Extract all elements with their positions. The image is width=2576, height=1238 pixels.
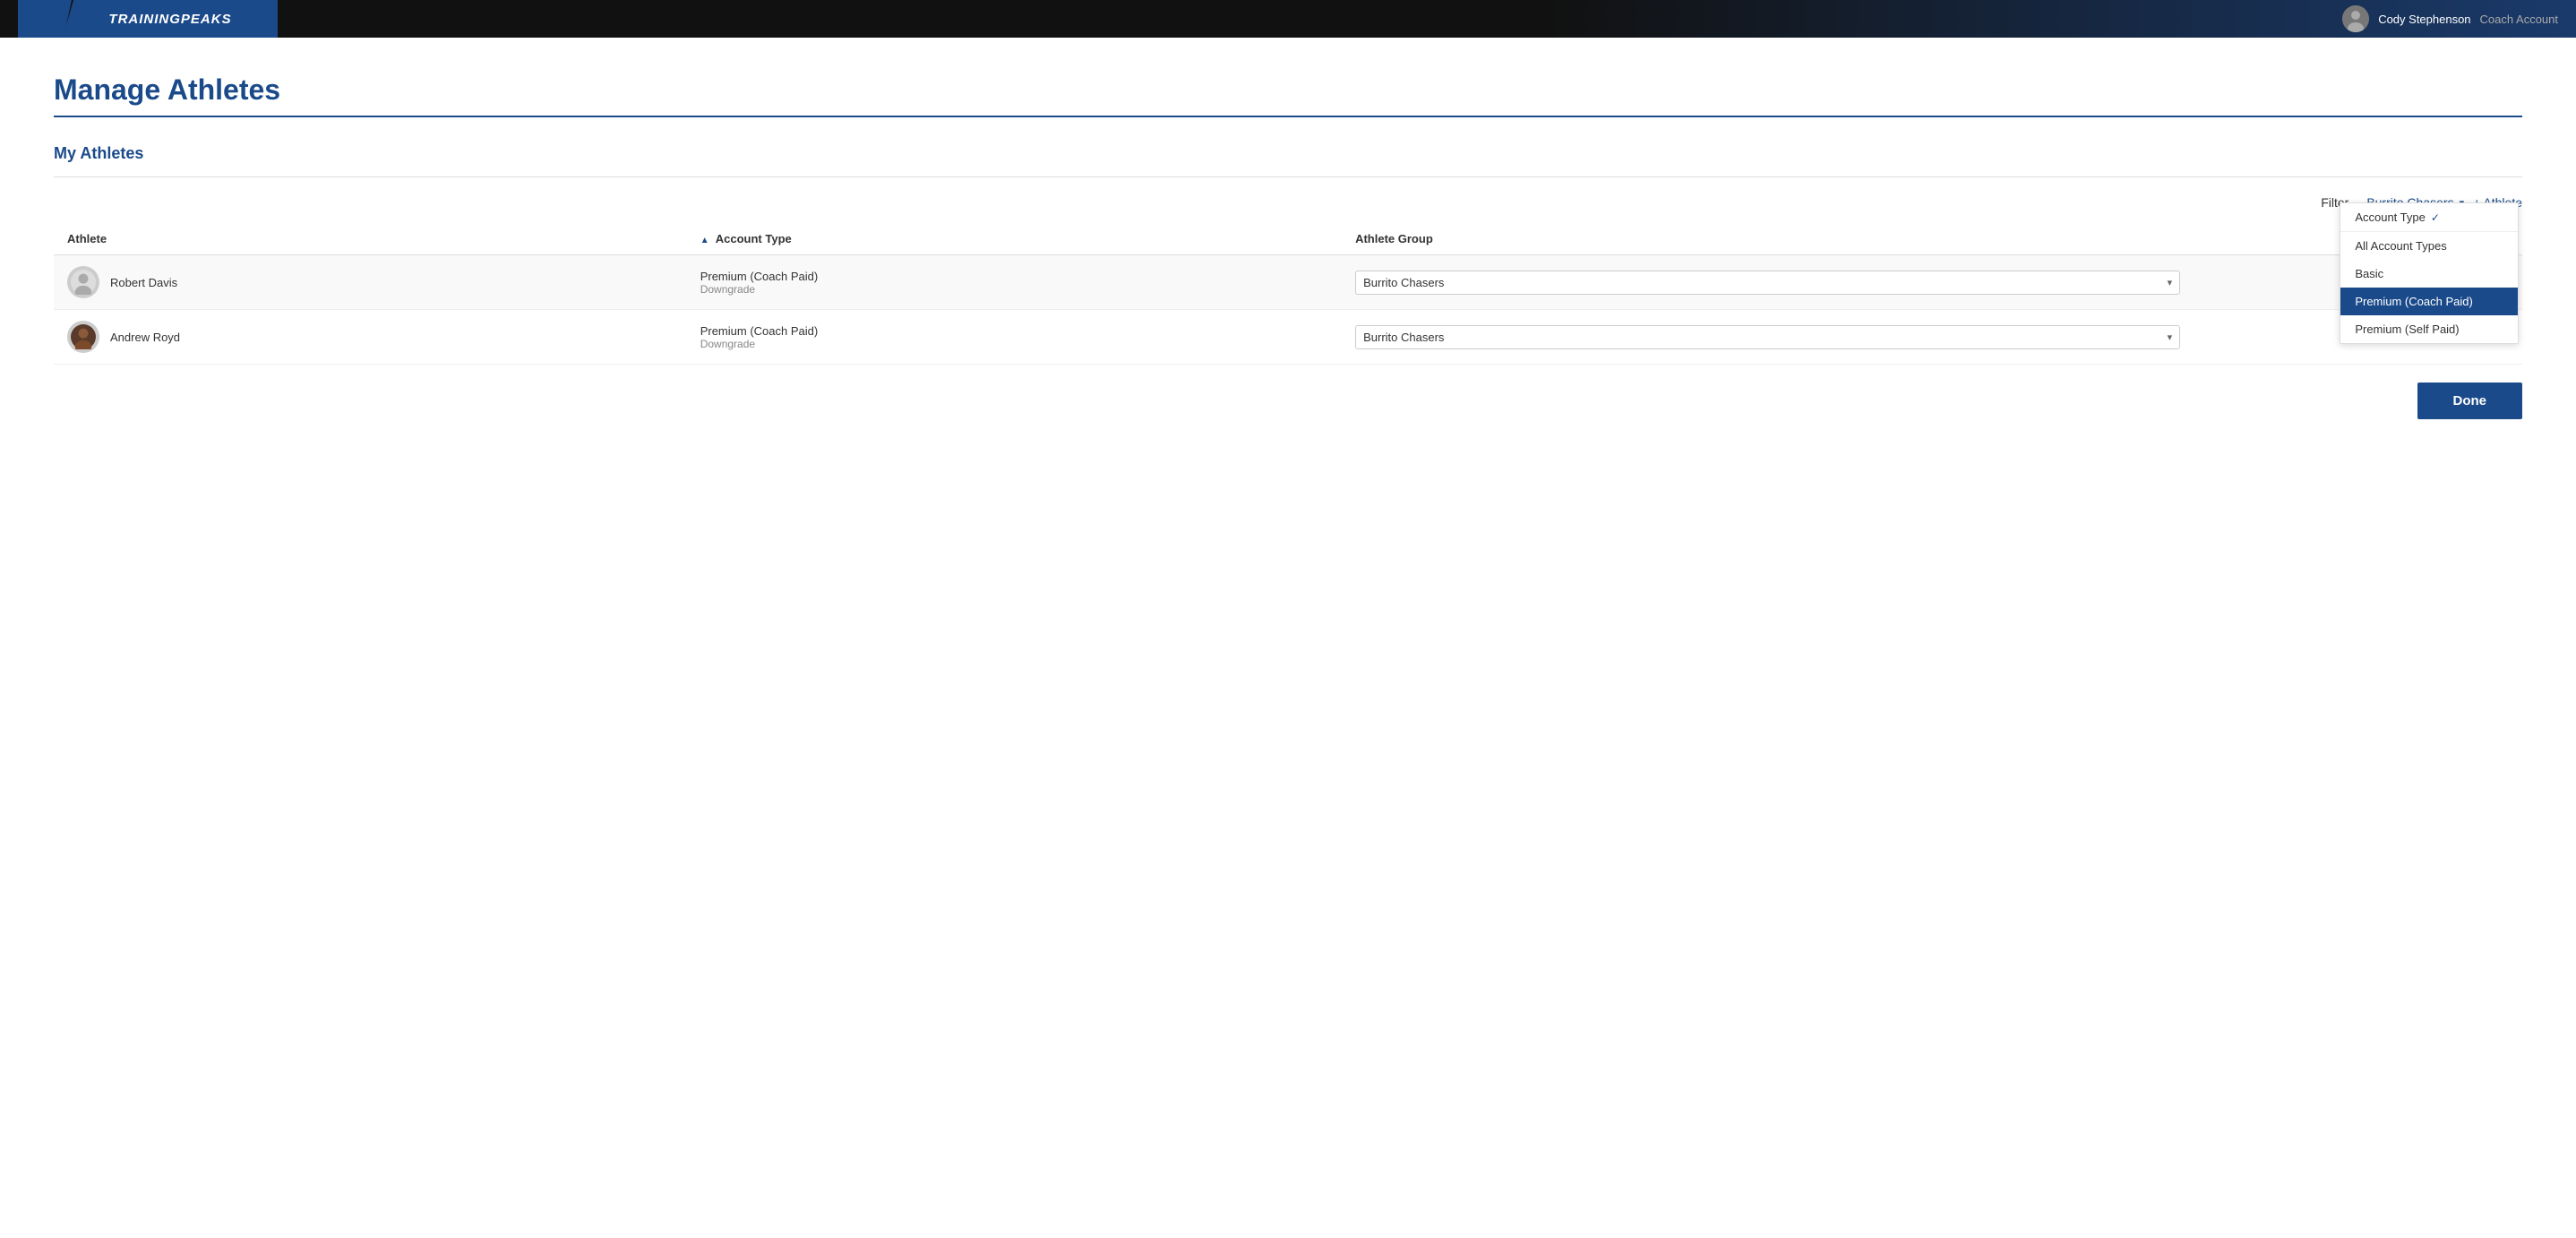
check-icon: ✓ xyxy=(2431,211,2440,224)
account-type-sub[interactable]: Downgrade xyxy=(700,338,1328,350)
athlete-name-label: Andrew Royd xyxy=(110,331,180,344)
logo-text: TRAININGPEAKS xyxy=(108,12,231,27)
col-athlete-group: Athlete Group xyxy=(1342,223,2194,255)
section-title: My Athletes xyxy=(54,144,2522,163)
athlete-group-cell: Burrito Chasers ▾ xyxy=(1342,255,2194,310)
table-row: Andrew Royd Premium (Coach Paid) Downgra… xyxy=(54,310,2522,365)
dropdown-menu: Account Type ✓ All Account Types Basic P… xyxy=(2340,202,2519,344)
done-button-container: Done xyxy=(54,383,2522,419)
dropdown-option-all[interactable]: All Account Types xyxy=(2340,232,2518,260)
logo-container: TRAININGPEAKS xyxy=(18,0,278,38)
athlete-col-label: Athlete xyxy=(67,232,107,245)
athlete-name-label: Robert Davis xyxy=(110,276,177,289)
dropdown-option-basic[interactable]: Basic xyxy=(2340,260,2518,288)
athlete-name-container: Robert Davis xyxy=(67,266,674,298)
logo-shape-1 xyxy=(18,0,72,38)
dropdown-header: Account Type ✓ xyxy=(2340,203,2518,232)
group-select-arrow-robert: ▾ xyxy=(2168,277,2173,288)
dropdown-option-premium-coach[interactable]: Premium (Coach Paid) xyxy=(2340,288,2518,315)
table-header: Athlete ▲ Account Type Athlete Group xyxy=(54,223,2522,255)
section-divider xyxy=(54,176,2522,177)
avatar xyxy=(2342,5,2369,32)
logo-shape-2: TRAININGPEAKS xyxy=(63,0,278,38)
sort-icon: ▲ xyxy=(700,236,709,245)
page-title: Manage Athletes xyxy=(54,73,2522,107)
athletes-table: Athlete ▲ Account Type Athlete Group xyxy=(54,223,2522,365)
group-select-text-andrew: Burrito Chasers xyxy=(1363,331,2162,344)
athlete-group-cell: Burrito Chasers ▾ xyxy=(1342,310,2194,365)
table-body: Robert Davis Premium (Coach Paid) Downgr… xyxy=(54,255,2522,365)
account-type-col-label: Account Type xyxy=(716,232,792,245)
header-user: Cody Stephenson Coach Account xyxy=(2342,5,2558,32)
dropdown-header-label: Account Type xyxy=(2355,211,2426,224)
athlete-name-cell: Robert Davis xyxy=(54,255,687,310)
group-select-robert[interactable]: Burrito Chasers ▾ xyxy=(1355,271,2180,295)
account-type-main: Premium (Coach Paid) xyxy=(700,270,1328,283)
athlete-name-cell: Andrew Royd xyxy=(54,310,687,365)
athlete-avatar-andrew xyxy=(67,321,99,353)
header: TRAININGPEAKS Cody Stephenson Coach Acco… xyxy=(0,0,2576,38)
account-type-cell: Premium (Coach Paid) Downgrade xyxy=(687,310,1342,365)
title-divider xyxy=(54,116,2522,117)
athlete-avatar-robert xyxy=(67,266,99,298)
account-type-sub[interactable]: Downgrade xyxy=(700,283,1328,296)
col-athlete: Athlete xyxy=(54,223,687,255)
account-type-main: Premium (Coach Paid) xyxy=(700,324,1328,338)
done-button[interactable]: Done xyxy=(2417,383,2523,419)
col-account-type[interactable]: ▲ Account Type xyxy=(687,223,1342,255)
user-role: Coach Account xyxy=(2480,13,2558,26)
group-select-text-robert: Burrito Chasers xyxy=(1363,276,2162,289)
group-select-arrow-andrew: ▾ xyxy=(2168,331,2173,343)
athlete-name-container: Andrew Royd xyxy=(67,321,674,353)
header-row: Athlete ▲ Account Type Athlete Group xyxy=(54,223,2522,255)
user-name: Cody Stephenson xyxy=(2378,13,2470,26)
athlete-group-col-label: Athlete Group xyxy=(1355,232,1433,245)
dropdown-option-premium-self[interactable]: Premium (Self Paid) xyxy=(2340,315,2518,343)
account-type-cell: Premium (Coach Paid) Downgrade xyxy=(687,255,1342,310)
main-content: Manage Athletes My Athletes Filter Accou… xyxy=(0,38,2576,1238)
group-select-andrew[interactable]: Burrito Chasers ▾ xyxy=(1355,325,2180,349)
table-row: Robert Davis Premium (Coach Paid) Downgr… xyxy=(54,255,2522,310)
filter-bar: Filter Account Type ✓ All Account Types … xyxy=(54,195,2522,210)
